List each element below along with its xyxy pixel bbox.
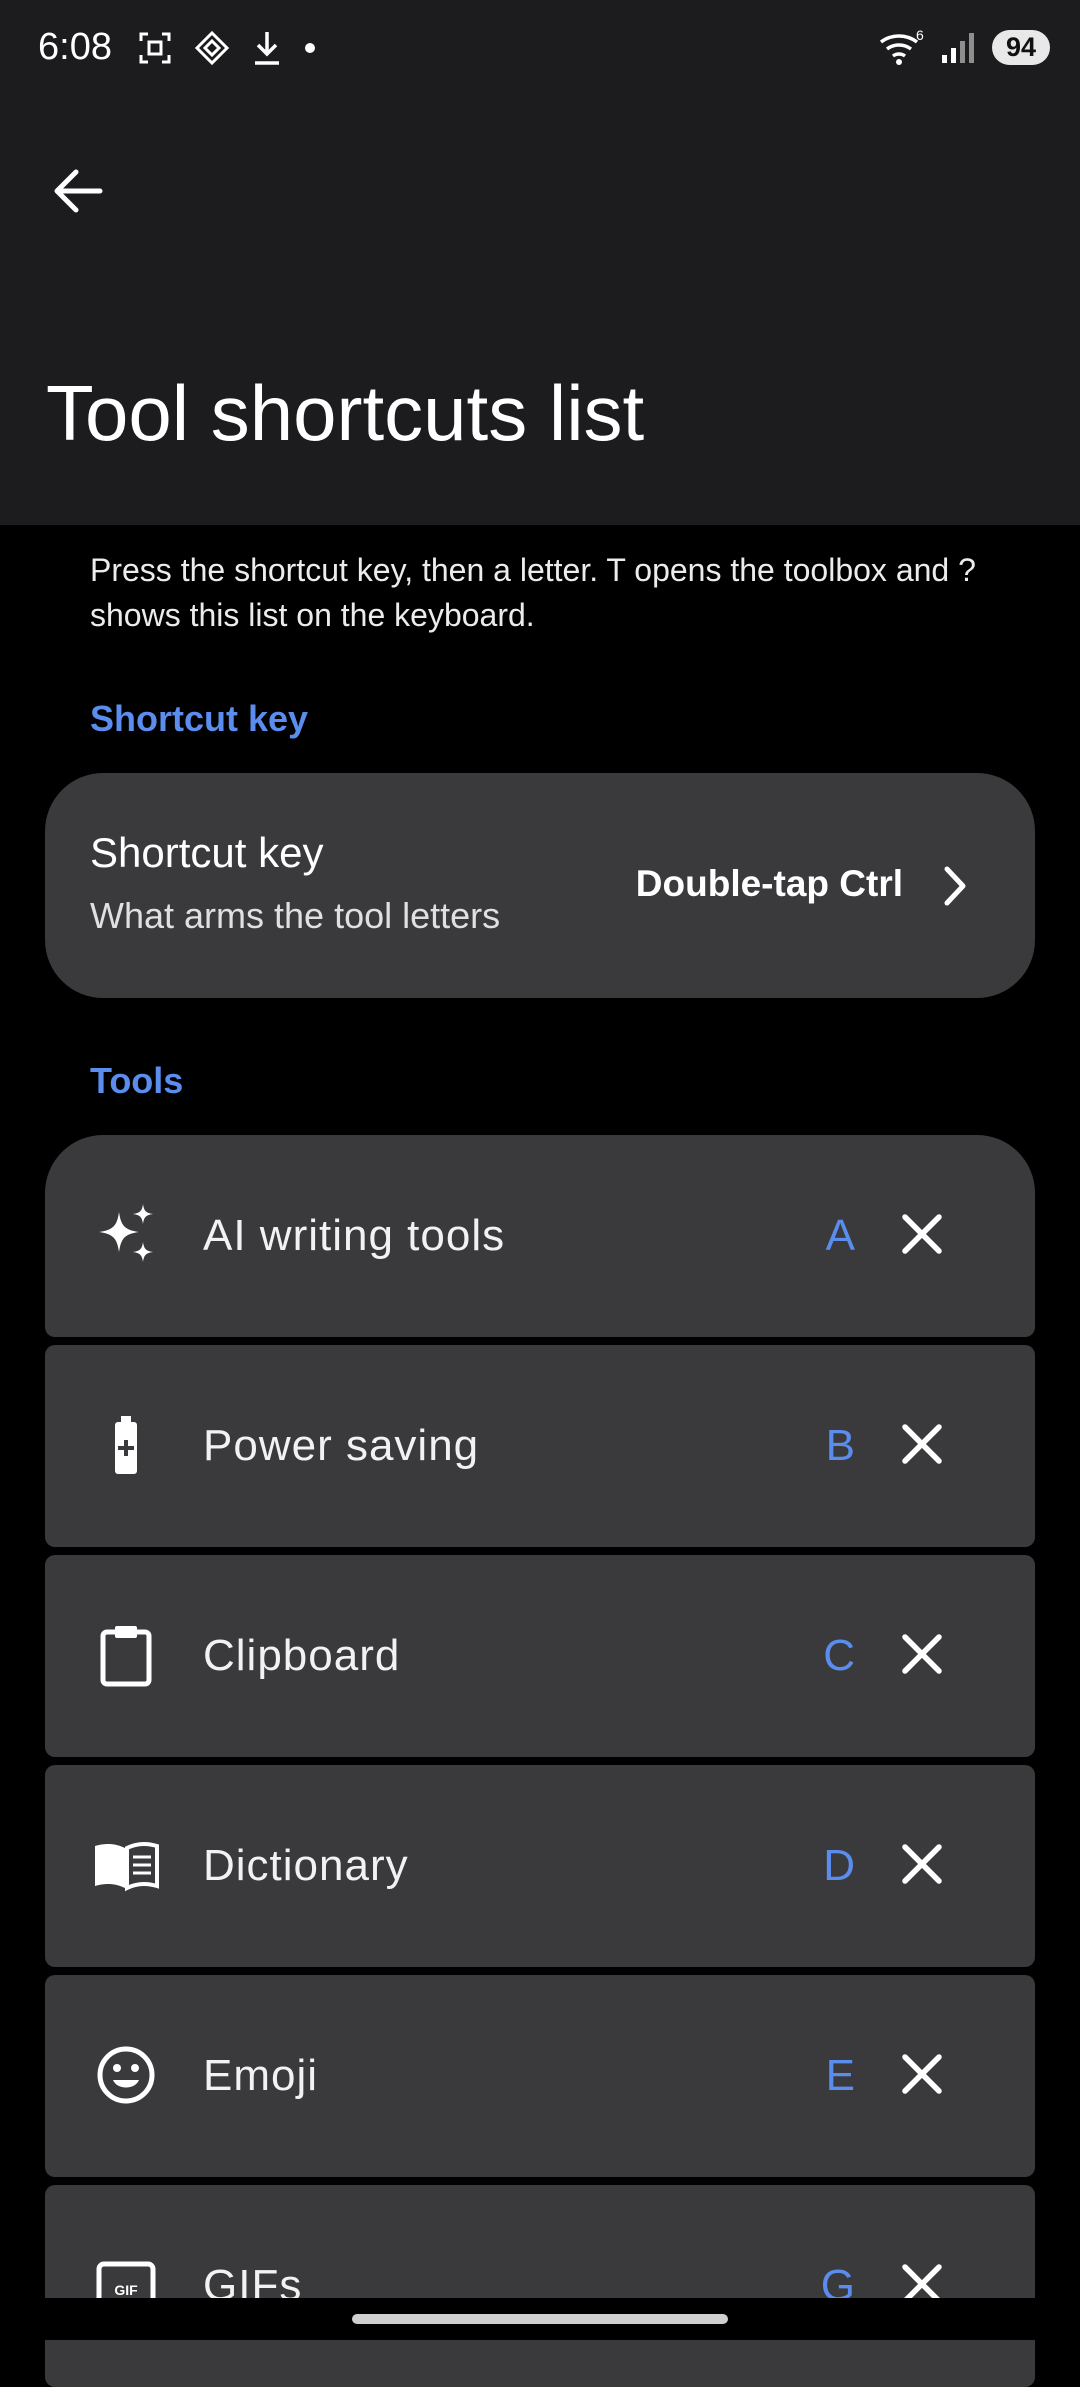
svg-text:GIF: GIF bbox=[114, 2282, 138, 2298]
tool-letter: A bbox=[825, 1211, 855, 1260]
sparkle-icon bbox=[99, 1204, 153, 1262]
status-time: 6:08 bbox=[38, 26, 112, 68]
signal-icon bbox=[941, 33, 974, 63]
section-label-shortcut: Shortcut key bbox=[90, 698, 309, 739]
tool-row-emoji[interactable]: Emoji E bbox=[45, 1975, 1035, 2177]
tool-row-clipboard[interactable]: Clipboard C bbox=[45, 1555, 1035, 1757]
shortcut-key-value: Double-tap Ctrl bbox=[635, 863, 903, 904]
tool-row-power-saving[interactable]: Power saving B bbox=[45, 1345, 1035, 1547]
home-indicator[interactable] bbox=[352, 2314, 728, 2324]
app-icon bbox=[194, 30, 230, 66]
wifi-icon: 6 bbox=[879, 28, 924, 65]
close-icon[interactable] bbox=[897, 2049, 947, 2099]
tool-letter: B bbox=[825, 1421, 855, 1470]
arrow-left-icon[interactable] bbox=[48, 160, 110, 222]
tool-label: AI writing tools bbox=[203, 1211, 506, 1260]
status-icons-left bbox=[138, 30, 316, 66]
svg-text:6: 6 bbox=[916, 28, 924, 43]
tool-label: Power saving bbox=[203, 1421, 480, 1470]
emoji-icon bbox=[97, 2046, 155, 2104]
tool-label: Dictionary bbox=[203, 1841, 409, 1890]
shortcut-key-setting[interactable]: Shortcut key What arms the tool letters … bbox=[45, 773, 1035, 998]
tool-label: Emoji bbox=[203, 2051, 319, 2100]
status-bar: 6:08 6 94 bbox=[0, 0, 1080, 100]
section-label-tools: Tools bbox=[90, 1060, 184, 1101]
close-icon[interactable] bbox=[897, 1419, 947, 1469]
screenshot-icon bbox=[139, 32, 171, 64]
clipboard-icon bbox=[100, 1626, 152, 1687]
tool-letter: D bbox=[823, 1841, 855, 1890]
tool-row-gifs[interactable]: GIF GIFs G bbox=[45, 2185, 1035, 2387]
shortcut-key-title: Shortcut key bbox=[90, 829, 324, 876]
status-icons-right: 6 94 bbox=[878, 28, 1050, 66]
app-header: Tool shortcuts list bbox=[0, 100, 1080, 525]
page-title: Tool shortcuts list bbox=[46, 369, 645, 457]
close-icon[interactable] bbox=[897, 1839, 947, 1889]
download-icon bbox=[255, 32, 279, 65]
tool-letter: E bbox=[825, 2051, 855, 2100]
dot-icon bbox=[305, 43, 315, 53]
shortcut-key-subtitle: What arms the tool letters bbox=[90, 895, 501, 936]
battery-indicator: 94 bbox=[991, 29, 1050, 65]
tool-row-dictionary[interactable]: Dictionary D bbox=[45, 1765, 1035, 1967]
tool-row-ai-writing[interactable]: AI writing tools A bbox=[45, 1135, 1035, 1337]
book-icon bbox=[95, 1841, 159, 1892]
tool-label: Clipboard bbox=[203, 1631, 401, 1680]
battery-saver-icon bbox=[115, 1416, 137, 1474]
close-icon[interactable] bbox=[897, 1209, 947, 1259]
close-icon[interactable] bbox=[897, 1629, 947, 1679]
description-text: Press the shortcut key, then a letter. T… bbox=[90, 552, 976, 633]
chevron-right-icon bbox=[944, 866, 966, 906]
tool-letter: C bbox=[823, 1631, 855, 1680]
